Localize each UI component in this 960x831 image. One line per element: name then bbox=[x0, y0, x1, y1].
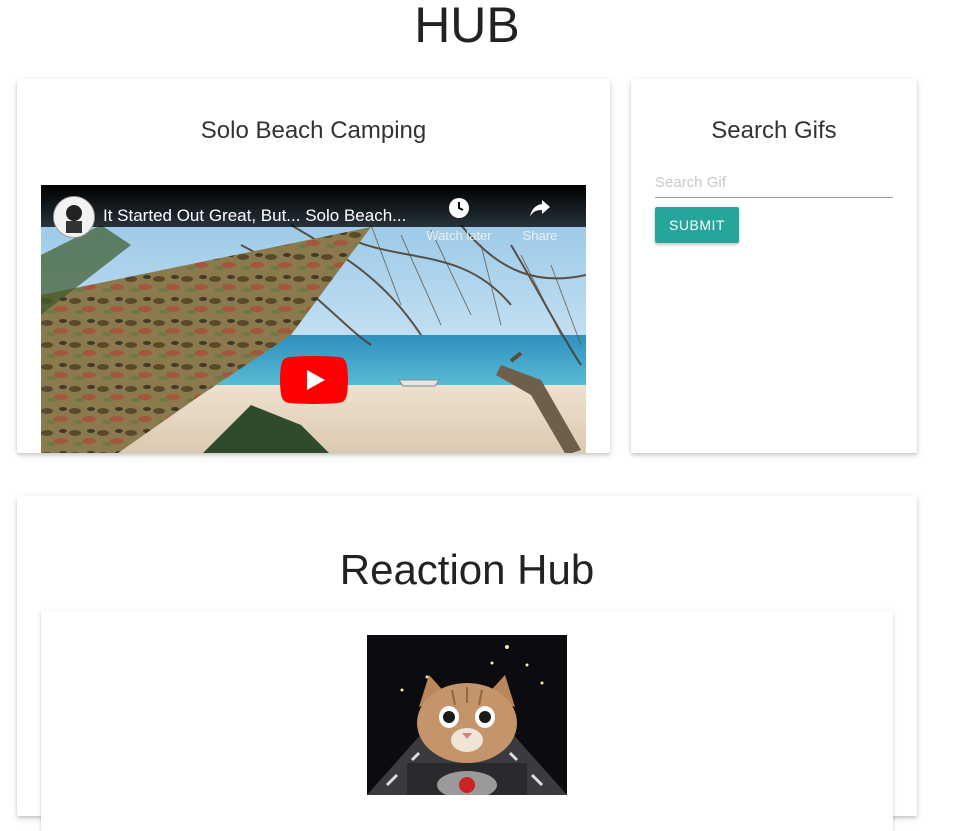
video-title[interactable]: It Started Out Great, But... Solo Beach.… bbox=[103, 206, 433, 226]
submit-button[interactable]: SUBMIT bbox=[655, 207, 739, 243]
search-card: Search Gifs SUBMIT bbox=[631, 79, 917, 453]
reaction-hub-title: Reaction Hub bbox=[339, 546, 595, 593]
search-card-title: Search Gifs bbox=[711, 117, 837, 144]
youtube-video-player[interactable]: It Started Out Great, But... Solo Beach.… bbox=[41, 185, 586, 453]
page-title: HUB bbox=[414, 0, 520, 53]
reaction-gif[interactable] bbox=[367, 635, 567, 795]
video-card: Solo Beach Camping It Started Out Great,… bbox=[17, 79, 610, 453]
channel-avatar[interactable] bbox=[53, 196, 95, 238]
gif-card bbox=[41, 611, 893, 831]
share-button[interactable]: Share bbox=[500, 197, 580, 243]
share-label: Share bbox=[522, 228, 558, 243]
video-card-title: Solo Beach Camping bbox=[200, 117, 427, 144]
play-icon[interactable] bbox=[280, 356, 348, 404]
watch-later-button[interactable]: Watch later bbox=[419, 197, 499, 243]
cat-motorcycle-gif bbox=[367, 635, 567, 795]
clock-icon bbox=[449, 198, 469, 218]
share-icon bbox=[530, 200, 550, 217]
watch-later-label: Watch later bbox=[426, 228, 492, 243]
search-gif-input[interactable] bbox=[655, 167, 893, 198]
reaction-hub-card: Reaction Hub bbox=[17, 496, 917, 831]
video-top-bar: It Started Out Great, But... Solo Beach.… bbox=[41, 185, 586, 243]
